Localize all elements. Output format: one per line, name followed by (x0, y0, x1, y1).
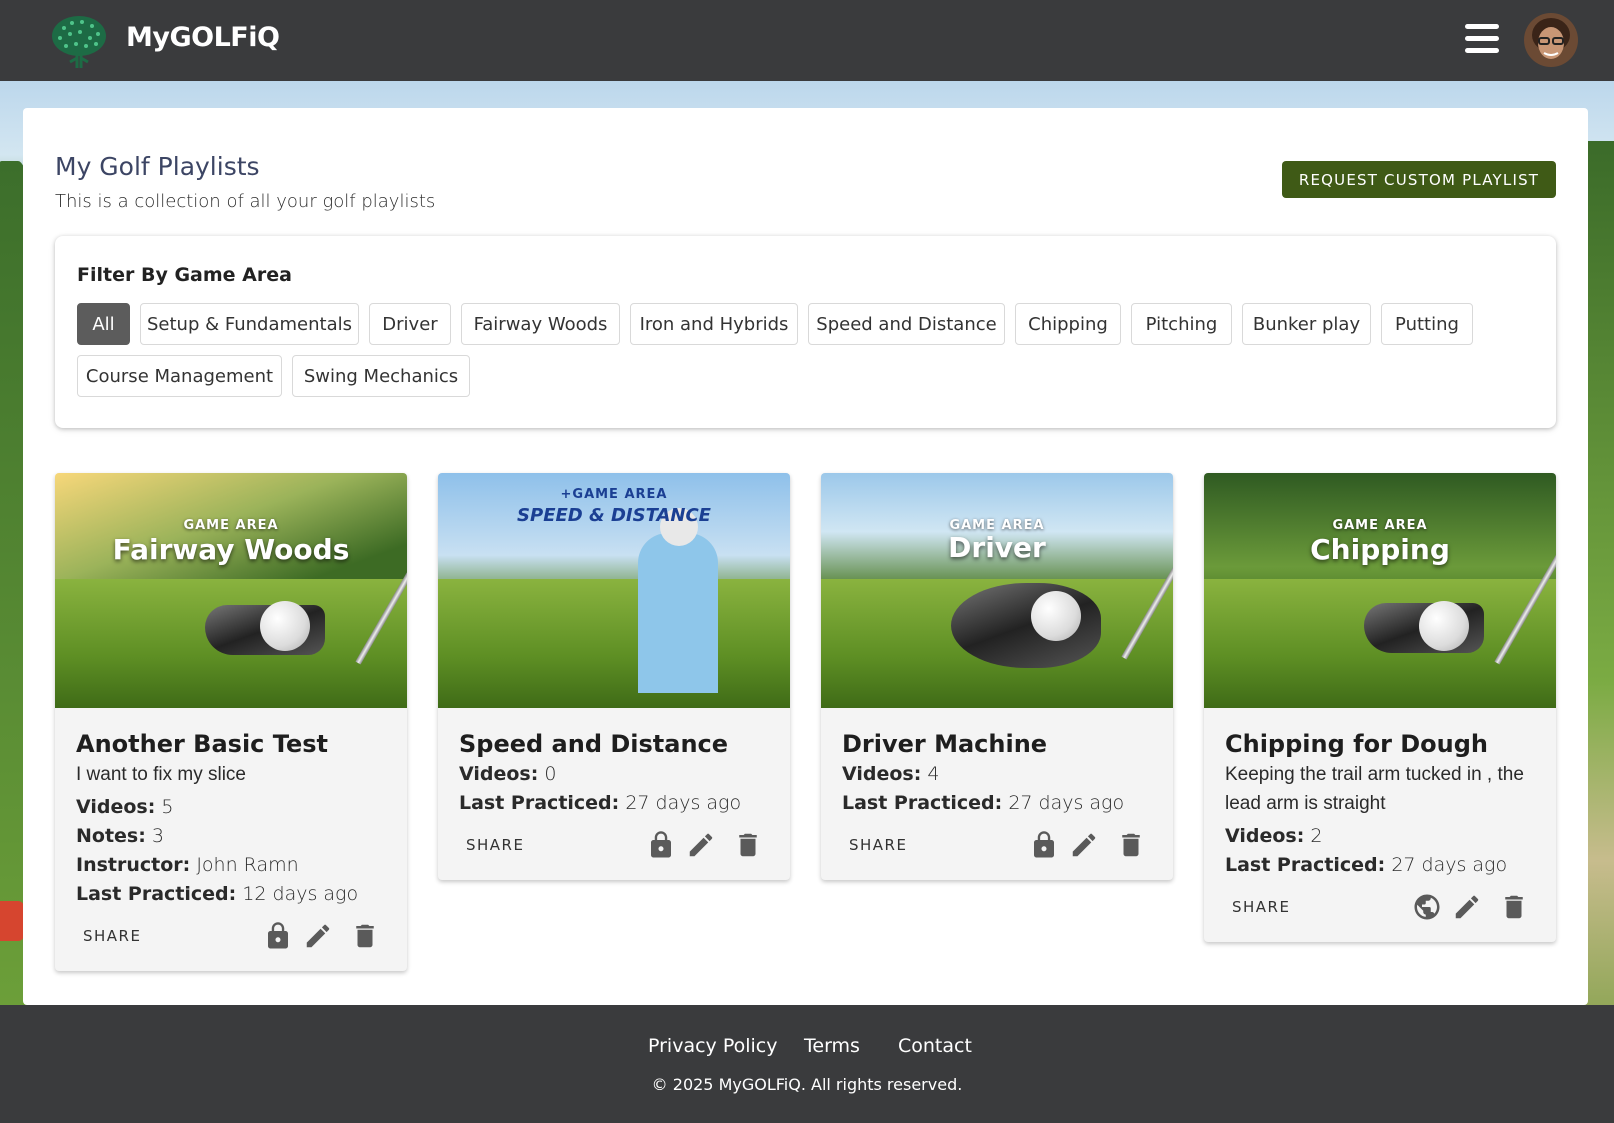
footer: Privacy Policy Terms Contact © 2025 MyGO… (0, 1005, 1614, 1123)
lock-icon[interactable] (1029, 830, 1059, 860)
playlist-card[interactable]: GAME AREA Fairway Woods Another Basic Te… (55, 473, 407, 971)
thumbnail-area-name: Driver (948, 531, 1046, 564)
last-practiced: Last Practiced: 12 days ago (76, 883, 359, 905)
edit-pencil-icon[interactable] (1452, 892, 1482, 922)
chip-setup-fundamentals[interactable]: Setup & Fundamentals (140, 303, 359, 345)
videos-count: Videos: 0 (459, 763, 557, 785)
playlist-thumbnail[interactable]: GAME AREA Fairway Woods (55, 473, 407, 708)
playlist-title: Driver Machine (842, 730, 1048, 758)
playlist-title: Chipping for Dough (1225, 730, 1489, 758)
edit-pencil-icon[interactable] (1069, 830, 1099, 860)
golfer-figure (638, 533, 718, 693)
hamburger-menu-icon[interactable] (1465, 24, 1499, 54)
terms-link[interactable]: Terms (804, 1035, 860, 1057)
share-button[interactable]: SHARE (842, 828, 914, 862)
user-avatar[interactable] (1524, 13, 1578, 67)
lock-icon[interactable] (646, 830, 676, 860)
delete-trash-icon[interactable] (1499, 892, 1529, 922)
thumbnail-area-name: Chipping (1310, 533, 1450, 566)
instructor: Instructor: John Ramn (76, 854, 299, 876)
filter-title: Filter By Game Area (77, 264, 292, 286)
filter-card: Filter By Game Area All Setup & Fundamen… (55, 236, 1556, 428)
edit-pencil-icon[interactable] (303, 921, 333, 951)
contact-link[interactable]: Contact (898, 1035, 972, 1057)
playlist-title: Speed and Distance (459, 730, 729, 758)
request-custom-playlist-button[interactable]: REQUEST CUSTOM PLAYLIST (1282, 161, 1556, 198)
privacy-policy-link[interactable]: Privacy Policy (648, 1035, 777, 1057)
thumbnail-area-label: +GAME AREA (560, 487, 668, 502)
delete-trash-icon[interactable] (350, 921, 380, 951)
last-practiced: Last Practiced: 27 days ago (842, 792, 1125, 814)
chip-fairway-woods[interactable]: Fairway Woods (461, 303, 620, 345)
playlist-thumbnail[interactable]: GAME AREA Chipping (1204, 473, 1556, 708)
top-app-bar: MyGOLFiQ (0, 0, 1614, 81)
playlist-card[interactable]: +GAME AREA SPEED & DISTANCE Speed and Di… (438, 473, 790, 880)
globe-icon[interactable] (1412, 892, 1442, 922)
thumbnail-area-name: Fairway Woods (112, 533, 350, 566)
chip-iron-and-hybrids[interactable]: Iron and Hybrids (630, 303, 798, 345)
last-practiced: Last Practiced: 27 days ago (1225, 854, 1508, 876)
chip-all[interactable]: All (77, 303, 130, 345)
playlist-description: Keeping the trail arm tucked in , the le… (1225, 764, 1524, 814)
chip-chipping[interactable]: Chipping (1015, 303, 1121, 345)
chip-swing-mechanics[interactable]: Swing Mechanics (292, 355, 470, 397)
chip-driver[interactable]: Driver (369, 303, 451, 345)
chip-course-management[interactable]: Course Management (77, 355, 282, 397)
last-practiced: Last Practiced: 27 days ago (459, 792, 742, 814)
chip-bunker-play[interactable]: Bunker play (1242, 303, 1371, 345)
playlist-card[interactable]: GAME AREA Driver Driver Machine Videos: … (821, 473, 1173, 880)
lock-icon[interactable] (263, 921, 293, 951)
chip-putting[interactable]: Putting (1381, 303, 1473, 345)
videos-count: Videos: 5 (76, 796, 174, 818)
page-title: My Golf Playlists (55, 152, 260, 181)
playlists-panel: My Golf Playlists This is a collection o… (23, 108, 1588, 1005)
videos-count: Videos: 2 (1225, 825, 1323, 847)
chip-speed-and-distance[interactable]: Speed and Distance (808, 303, 1005, 345)
chip-pitching[interactable]: Pitching (1131, 303, 1232, 345)
edit-pencil-icon[interactable] (686, 830, 716, 860)
notes-count: Notes: 3 (76, 825, 164, 847)
videos-count: Videos: 4 (842, 763, 940, 785)
playlist-thumbnail[interactable]: +GAME AREA SPEED & DISTANCE (438, 473, 790, 708)
copyright-text: © 2025 MyGOLFiQ. All rights reserved. (651, 1075, 963, 1094)
playlist-description: I want to fix my slice (76, 764, 246, 785)
share-button[interactable]: SHARE (76, 919, 148, 953)
thumbnail-area-name: SPEED & DISTANCE (517, 505, 711, 526)
flag-decoration (0, 901, 24, 941)
share-button[interactable]: SHARE (459, 828, 531, 862)
thumbnail-area-label: GAME AREA (183, 518, 279, 533)
playlist-card[interactable]: GAME AREA Chipping Chipping for Dough Ke… (1204, 473, 1556, 942)
brand-name[interactable]: MyGOLFiQ (126, 22, 280, 53)
thumbnail-area-label: GAME AREA (1332, 518, 1428, 533)
playlist-thumbnail[interactable]: GAME AREA Driver (821, 473, 1173, 708)
delete-trash-icon[interactable] (733, 830, 763, 860)
share-button[interactable]: SHARE (1225, 890, 1297, 924)
page-subtitle: This is a collection of all your golf pl… (55, 191, 436, 212)
playlist-title: Another Basic Test (76, 730, 328, 758)
delete-trash-icon[interactable] (1116, 830, 1146, 860)
brain-tree-logo-icon[interactable] (50, 14, 108, 68)
